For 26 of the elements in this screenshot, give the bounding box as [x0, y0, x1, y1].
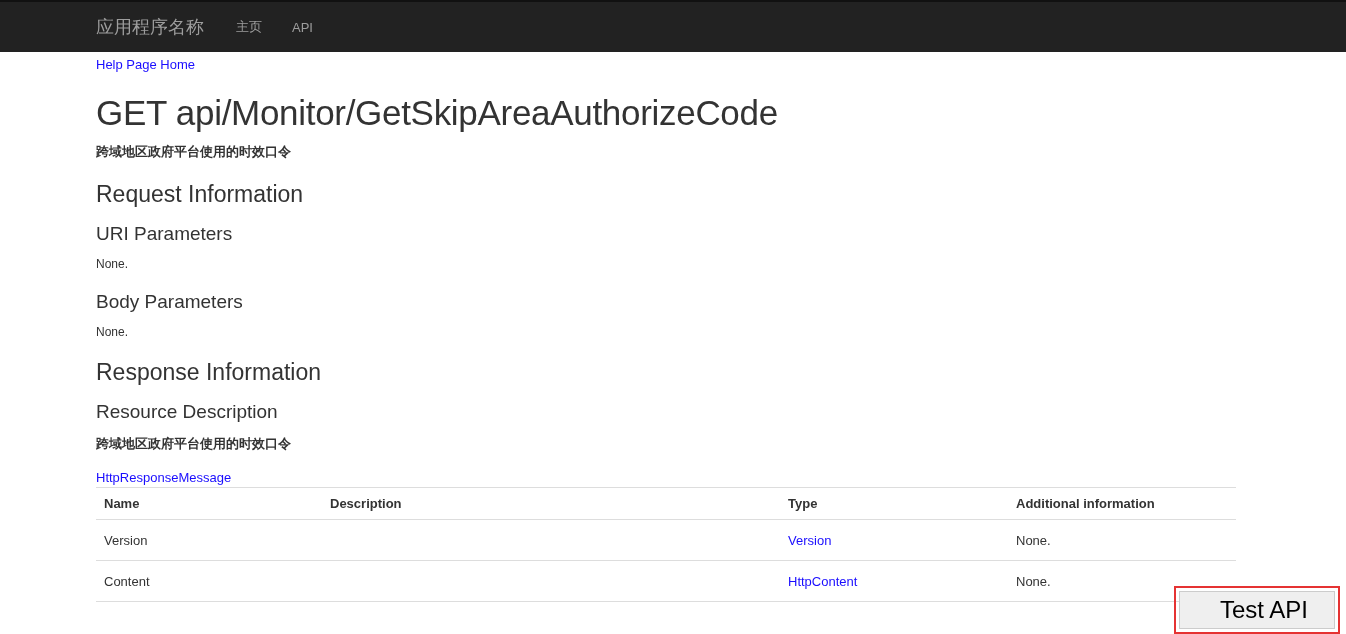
- type-link[interactable]: HttpResponseMessage: [96, 470, 232, 485]
- table-cell-text: Version: [103, 532, 149, 548]
- subsection-heading: Resource Description: [96, 401, 279, 423]
- section-heading: Request Information: [96, 181, 305, 208]
- api-description: 跨域地区政府平台使用的时效口令: [96, 143, 292, 161]
- subsection-heading: URI Parameters: [96, 223, 234, 245]
- nav-link[interactable]: API: [292, 19, 313, 35]
- subsection-heading: Body Parameters: [96, 291, 244, 313]
- nav-link[interactable]: 主页: [236, 18, 262, 36]
- table-cell-text: Content: [103, 573, 151, 589]
- table-cell-text: None.: [1015, 573, 1052, 589]
- page-title: GET api/Monitor/GetSkipAreaAuthorizeCode: [96, 93, 779, 133]
- resource-description: 跨域地区政府平台使用的时效口令: [96, 435, 292, 453]
- column-header: Type: [787, 496, 819, 511]
- body-text: None.: [96, 325, 130, 339]
- column-header: Additional information: [1015, 496, 1156, 511]
- type-link[interactable]: HttpContent: [788, 573, 858, 589]
- column-header: Description: [329, 496, 403, 511]
- body-text: None.: [96, 257, 130, 271]
- column-header: Name: [103, 496, 141, 511]
- test-api-button[interactable]: Test API: [1178, 591, 1335, 629]
- section-heading: Response Information: [96, 359, 322, 386]
- type-link[interactable]: Version: [788, 532, 832, 548]
- brand-link[interactable]: 应用程序名称: [96, 15, 204, 39]
- table-cell-text: None.: [1015, 532, 1052, 548]
- help-home-link[interactable]: Help Page Home: [96, 57, 195, 72]
